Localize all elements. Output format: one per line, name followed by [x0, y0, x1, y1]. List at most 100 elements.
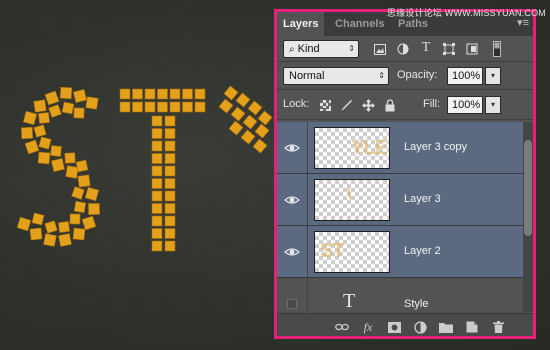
adjustment-filter-icon[interactable] — [396, 42, 410, 56]
text-dot — [64, 152, 76, 164]
text-dot — [73, 107, 85, 119]
text-dot — [84, 186, 100, 202]
text-dot — [151, 165, 163, 177]
updown-caret-icon: ⇕ — [348, 44, 355, 53]
text-dot — [151, 203, 163, 214]
text-dot — [65, 165, 79, 179]
text-dot — [164, 140, 176, 152]
layer-divider — [307, 174, 308, 225]
visibility-toggle-empty[interactable] — [284, 296, 300, 312]
layer-row-layer-3[interactable]: \ Layer 3 — [277, 174, 523, 226]
layer-name[interactable]: Layer 2 — [404, 245, 441, 257]
text-dot — [75, 159, 89, 173]
text-dot — [223, 85, 239, 101]
text-dot — [164, 215, 176, 227]
text-dot — [37, 151, 51, 165]
tab-channels[interactable]: Channels — [329, 12, 391, 36]
text-dot — [182, 101, 193, 113]
mask-icon[interactable] — [387, 320, 401, 334]
text-dot — [69, 213, 81, 225]
text-layer-icon: T — [343, 290, 356, 312]
image-filter-icon[interactable] — [373, 42, 387, 56]
text-dot — [72, 88, 88, 104]
text-dot — [85, 96, 99, 110]
text-dot — [81, 215, 97, 231]
fx-icon[interactable]: fx — [361, 320, 375, 334]
layer-name[interactable]: Style — [404, 298, 428, 310]
text-dot — [21, 127, 33, 139]
text-dot — [33, 124, 47, 138]
text-dot — [58, 233, 72, 247]
layer-divider — [307, 122, 308, 173]
text-dot — [194, 88, 206, 100]
lock-transparent-icon[interactable] — [319, 99, 331, 111]
blend-mode-dropdown[interactable]: Normal ⇕ — [283, 67, 389, 85]
text-dot — [169, 88, 181, 100]
text-dot — [164, 190, 176, 202]
text-dot — [164, 115, 176, 127]
shape-filter-icon[interactable] — [442, 42, 456, 56]
text-dot — [38, 136, 52, 150]
text-dot — [51, 158, 65, 172]
fill-dropdown-button[interactable]: ▾ — [485, 96, 501, 114]
eye-icon[interactable] — [284, 244, 300, 260]
text-dot — [16, 216, 32, 232]
text-dot — [252, 138, 268, 154]
kind-filter-dropdown[interactable]: ⌕ Kind ⇕ — [283, 40, 359, 58]
text-dot — [29, 227, 43, 241]
text-dot — [44, 90, 60, 106]
text-dot — [235, 92, 251, 108]
layer-name[interactable]: Layer 3 copy — [404, 141, 467, 153]
opacity-input[interactable]: 100% — [447, 67, 483, 85]
folder-icon[interactable] — [439, 320, 453, 334]
eye-icon[interactable] — [284, 140, 300, 156]
lock-all-icon[interactable] — [384, 98, 396, 112]
adjustment-icon[interactable] — [413, 320, 427, 334]
text-dot — [169, 101, 181, 113]
text-dot — [43, 233, 57, 247]
filter-toggle-icon[interactable] — [492, 40, 502, 58]
layers-scrollbar[interactable] — [523, 122, 533, 312]
filter-row: ⌕ Kind ⇕ T — [277, 36, 533, 62]
text-dot — [228, 120, 244, 136]
text-dot — [242, 114, 258, 130]
text-dot — [218, 98, 234, 114]
text-dot — [151, 240, 163, 252]
text-dot — [164, 165, 176, 177]
text-dot — [38, 112, 50, 124]
blend-row: Normal ⇕ Opacity: 100% ▾ — [277, 62, 533, 90]
text-dot — [164, 203, 176, 214]
tab-layers[interactable]: Layers — [277, 12, 325, 36]
text-dot — [151, 215, 163, 227]
type-filter-icon[interactable]: T — [419, 40, 433, 55]
text-dot — [71, 186, 85, 200]
layer-row-layer-3-copy[interactable]: YLE Layer 3 copy — [277, 122, 523, 174]
text-dot — [164, 153, 176, 164]
smart-object-filter-icon[interactable] — [465, 42, 479, 56]
layer-row-layer-2[interactable]: ST Layer 2 — [277, 226, 523, 278]
scrollbar-thumb[interactable] — [524, 140, 532, 236]
opacity-dropdown-button[interactable]: ▾ — [485, 67, 501, 85]
text-dot — [144, 101, 156, 113]
text-dot — [31, 212, 45, 226]
lock-pixels-icon[interactable] — [339, 98, 353, 112]
fill-input[interactable]: 100% — [447, 96, 483, 114]
lock-position-icon[interactable] — [361, 98, 375, 112]
text-dot — [58, 221, 70, 233]
text-dot — [157, 101, 168, 113]
watermark: 思缘设计论坛 WWW.MISSYUAN.COM — [386, 8, 546, 18]
fill-label: Fill: — [423, 98, 441, 110]
layer-thumbnail: \ — [314, 179, 390, 221]
layer-name[interactable]: Layer 3 — [404, 193, 441, 205]
lock-row: Lock: Fill: 100% ▾ — [277, 90, 533, 120]
text-dot — [48, 104, 62, 118]
link-icon[interactable] — [335, 320, 349, 334]
trash-icon[interactable] — [491, 320, 505, 334]
text-dot — [194, 101, 206, 113]
eye-icon[interactable] — [284, 192, 300, 208]
text-dot — [164, 240, 176, 252]
text-dot — [151, 178, 163, 189]
layer-divider — [307, 226, 308, 277]
new-layer-icon[interactable] — [465, 320, 479, 334]
text-dot — [72, 227, 86, 241]
